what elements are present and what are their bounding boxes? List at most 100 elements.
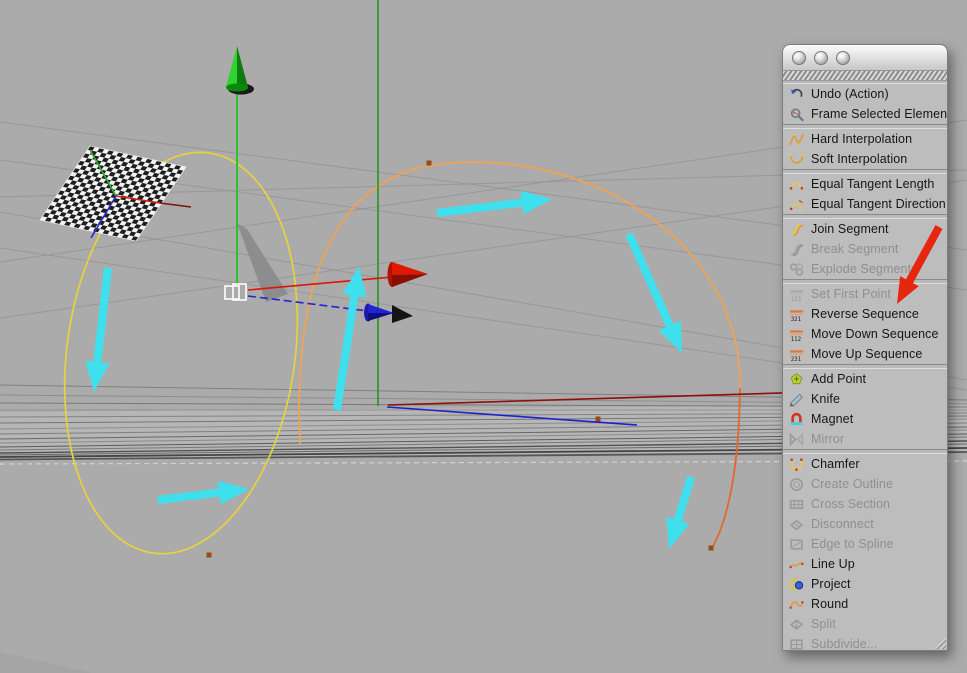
spline-point[interactable] (595, 416, 601, 422)
spline-point[interactable] (708, 545, 714, 551)
menu-item-equal-tangent-length[interactable]: Equal Tangent Length (783, 174, 947, 194)
y-axis-cone[interactable] (226, 46, 237, 87)
menu-item-undo-action[interactable]: Undo (Action) (783, 84, 947, 104)
menu-item-label: Equal Tangent Length (811, 177, 935, 191)
menu-item-line-up[interactable]: Line Up (783, 554, 947, 574)
menu-item-edge-to-spline: Edge to Spline (783, 534, 947, 554)
menu-item-label: Chamfer (811, 457, 860, 471)
chamfer-icon (788, 456, 804, 472)
spline-edit-palette: Undo (Action) Frame Selected Elements Hard… (782, 44, 948, 651)
shadow-slab (237, 223, 288, 302)
menu-item-create-outline: Create Outline (783, 474, 947, 494)
move-up-icon: 231 (788, 346, 804, 362)
z-axis-cone-shade (368, 313, 394, 321)
plane-x-axis-ext (159, 202, 192, 208)
menu-item-move-down-sequence[interactable]: 112 Move Down Sequence (783, 324, 947, 344)
x-axis-cone[interactable] (392, 262, 428, 275)
menu-item-mirror: Mirror (783, 429, 947, 449)
menu-item-label: Magnet (811, 412, 854, 426)
menu-group: Undo (Action) Frame Selected Elements (783, 83, 947, 125)
menu-group: Equal Tangent Length Equal Tangent Direct… (783, 173, 947, 215)
cyan-direction-arrow (666, 475, 695, 549)
menu-item-add-point[interactable]: Add Point (783, 369, 947, 389)
spline-point[interactable] (206, 552, 212, 558)
join-icon (788, 221, 804, 237)
menu-item-magnet[interactable]: Magnet (783, 409, 947, 429)
menu-item-hard-interpolation[interactable]: Hard Interpolation (783, 129, 947, 149)
subdivide-icon (788, 636, 804, 650)
menu-item-label: Break Segment (811, 242, 899, 256)
cross-section-icon (788, 496, 804, 512)
spline-command-menu: Undo (Action) Frame Selected Elements Hard… (783, 81, 947, 651)
menu-item-label: Set First Point (811, 287, 891, 301)
menu-item-set-first-point: 123 Set First Point (783, 284, 947, 304)
hard-interp-icon (788, 131, 804, 147)
add-point-icon (788, 371, 804, 387)
tan-len-icon (788, 176, 804, 192)
minimize-button[interactable] (814, 50, 828, 65)
edge-spline-icon (788, 536, 804, 552)
menu-item-chamfer[interactable]: Chamfer (783, 454, 947, 474)
menu-item-label: Knife (811, 392, 840, 406)
tan-dir-icon (788, 196, 804, 212)
set-first-icon: 123 (788, 286, 804, 302)
round-icon (788, 596, 804, 612)
menu-item-label: Cross Section (811, 497, 891, 511)
palette-titlebar[interactable] (783, 45, 947, 71)
menu-item-knife[interactable]: Knife (783, 389, 947, 409)
checkered-plane[interactable] (39, 145, 187, 242)
menu-item-frame-selected-elements[interactable]: Frame Selected Elements (783, 104, 947, 124)
y-cone-base (226, 83, 248, 92)
menu-item-label: Split (811, 617, 836, 631)
close-button[interactable] (792, 50, 806, 65)
cyan-direction-arrow (157, 480, 249, 505)
menu-item-label: Edge to Spline (811, 537, 894, 551)
menu-item-split: Split (783, 614, 947, 634)
cyan-direction-arrow (436, 190, 552, 217)
menu-item-label: Explode Segments (811, 262, 918, 276)
menu-item-label: Equal Tangent Direction (811, 197, 946, 211)
y-axis-cone-shade (237, 46, 248, 87)
menu-item-label: Undo (Action) (811, 87, 889, 101)
menu-group: 123 Set First Point 321 Reverse Sequence 112… (783, 283, 947, 365)
menu-item-label: Subdivide... (811, 637, 878, 651)
menu-item-label: Join Segment (811, 222, 889, 236)
mirror-icon (788, 431, 804, 447)
palette-drag-handle[interactable] (783, 71, 947, 81)
menu-item-round[interactable]: Round (783, 594, 947, 614)
cyan-direction-arrow (333, 266, 367, 411)
split-icon (788, 616, 804, 632)
spline-point[interactable] (426, 160, 432, 166)
menu-item-label: Line Up (811, 557, 855, 571)
menu-item-label: Soft Interpolation (811, 152, 908, 166)
soft-interp-icon (788, 151, 804, 167)
selected-point-handle[interactable] (224, 283, 247, 301)
menu-item-label: Reverse Sequence (811, 307, 919, 321)
menu-item-join-segment[interactable]: Join Segment (783, 219, 947, 239)
menu-group: Chamfer Create Outline Cross Section Discon… (783, 453, 947, 651)
line-up-icon (788, 556, 804, 572)
menu-item-explode-segments: Explode Segments (783, 259, 947, 279)
menu-item-project[interactable]: Project (783, 574, 947, 594)
explode-icon (788, 261, 804, 277)
menu-item-equal-tangent-direction[interactable]: Equal Tangent Direction (783, 194, 947, 214)
frame-icon (788, 106, 804, 122)
move-down-icon: 112 (788, 326, 804, 342)
knife-icon (788, 391, 804, 407)
menu-item-move-up-sequence[interactable]: 231 Move Up Sequence (783, 344, 947, 364)
menu-item-label: Hard Interpolation (811, 132, 913, 146)
zoom-button[interactable] (836, 50, 850, 65)
menu-group: Join Segment Break Segment Explode Segment… (783, 218, 947, 280)
menu-item-label: Disconnect (811, 517, 874, 531)
project-icon (788, 576, 804, 592)
menu-item-reverse-sequence[interactable]: 321 Reverse Sequence (783, 304, 947, 324)
svg-text:112: 112 (790, 336, 800, 341)
menu-item-subdivide: Subdivide... (783, 634, 947, 651)
menu-item-label: Project (811, 577, 851, 591)
undo-icon (788, 86, 804, 102)
reverse-icon: 321 (788, 306, 804, 322)
menu-group: Add Point Knife Magnet Mirror (783, 368, 947, 450)
menu-item-soft-interpolation[interactable]: Soft Interpolation (783, 149, 947, 169)
menu-item-label: Round (811, 597, 849, 611)
menu-item-label: Move Up Sequence (811, 347, 923, 361)
